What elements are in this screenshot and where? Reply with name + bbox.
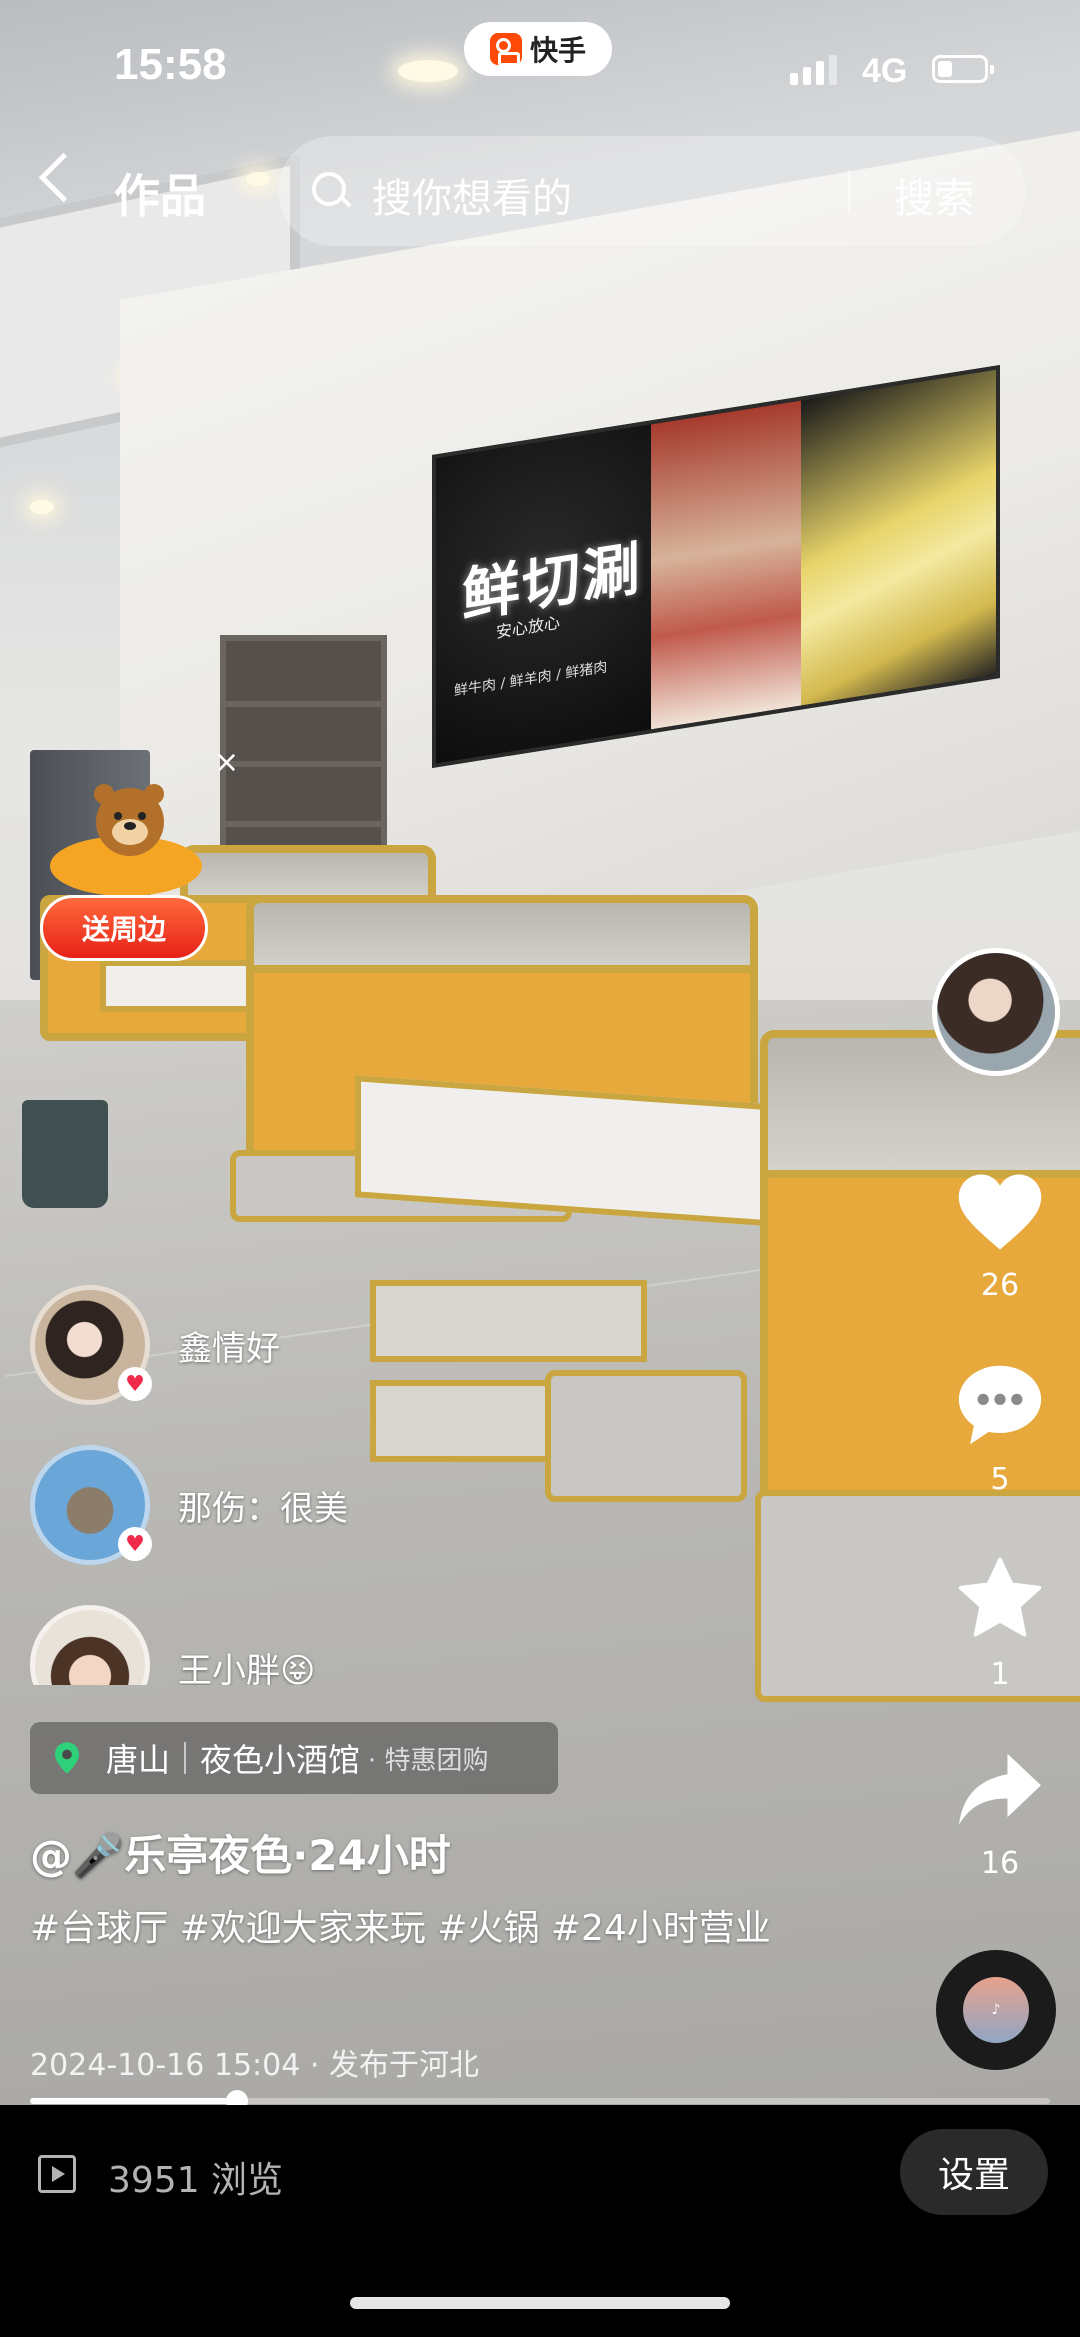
author-name[interactable]: @🎤乐亭夜色·24小时 (30, 1822, 451, 1883)
share-arrow-icon (959, 1753, 1041, 1825)
fan-comment-text: 王小胖😝 (178, 1651, 316, 1685)
trash-bin (22, 1100, 108, 1208)
page-title[interactable]: 作品 (114, 160, 206, 226)
bear-mascot-icon[interactable] (46, 780, 206, 898)
kuaishou-logo-icon (489, 33, 522, 66)
creator-avatar[interactable] (932, 948, 1060, 1076)
network-type: 4G (862, 52, 908, 90)
favorite-count: 1 (990, 1657, 1010, 1692)
search-divider (848, 170, 850, 214)
heart-badge-icon: ♥ (118, 1527, 152, 1561)
deal-tag: · 特惠团购 (368, 1745, 489, 1776)
table-shelf (370, 1280, 647, 1362)
search-input[interactable]: 搜你想看的 (372, 166, 572, 224)
signal-icon (790, 55, 837, 85)
fan-comment[interactable]: 王小胖😝 (30, 1605, 315, 1685)
fan-comment-text: 那伤：很美 (178, 1488, 348, 1529)
progress-fill (30, 2098, 238, 2104)
status-time: 15:58 (114, 40, 227, 89)
like-count: 26 (980, 1268, 1020, 1303)
location-divider (184, 1742, 187, 1774)
ceiling-light (246, 172, 270, 186)
home-indicator[interactable] (350, 2297, 730, 2309)
bottom-bar: 3951 浏览 设置 (0, 2105, 1080, 2337)
music-disc[interactable]: ♪ (936, 1950, 1056, 2070)
search-icon (312, 172, 346, 206)
settings-button[interactable]: 设置 (900, 2129, 1048, 2215)
heart-icon (958, 1174, 1042, 1250)
avatar[interactable] (30, 1605, 150, 1685)
video-screen[interactable]: 鲜切涮 安心放心 鲜牛肉 / 鲜羊肉 / 鲜猪肉 15:58 快手 4G 作品 (0, 0, 1080, 2337)
ceiling-light (398, 60, 458, 82)
table (100, 960, 252, 1012)
search-button[interactable]: 搜索 (894, 166, 974, 224)
hashtags[interactable]: #台球厅 #欢迎大家来玩 #火锅 #24小时营业 (30, 1902, 830, 1956)
location-city: 唐山 (106, 1741, 171, 1779)
display-shelf (220, 635, 387, 862)
fan-comment[interactable]: ♥ 那伤：很美 (30, 1445, 348, 1565)
location-tag[interactable]: 唐山 夜色小酒馆 · 特惠团购 (30, 1722, 558, 1794)
share-button[interactable]: 16 (950, 1750, 1050, 1881)
shop-name[interactable]: 夜色小酒馆 (200, 1735, 360, 1781)
location-pin-icon (54, 1742, 80, 1774)
star-icon (958, 1557, 1042, 1637)
view-count: 3951 浏览 (108, 2160, 284, 2201)
fan-comment[interactable]: ♥ 鑫情好 (30, 1285, 280, 1405)
comment-count: 5 (990, 1462, 1010, 1497)
promo-close-icon[interactable]: × (214, 745, 239, 780)
comment-icon (958, 1365, 1042, 1445)
heart-badge-icon: ♥ (118, 1367, 152, 1401)
booth-seat (545, 1370, 747, 1502)
sign-hotpot-photo (801, 368, 1000, 706)
app-badge: 快手 (464, 22, 612, 76)
share-count: 16 (980, 1846, 1020, 1881)
app-name: 快手 (529, 34, 586, 67)
search-bar[interactable]: 搜你想看的 搜索 (278, 136, 1026, 246)
promo-button[interactable]: 送周边 (40, 895, 208, 961)
fan-comment-text: 鑫情好 (178, 1328, 280, 1369)
battery-icon (932, 55, 994, 83)
sign-meat-photo (651, 400, 801, 730)
post-meta: 2024-10-16 15:04 · 发布于河北 (30, 2048, 479, 2083)
like-button[interactable]: 26 (950, 1170, 1050, 1303)
comment-button[interactable]: 5 (950, 1362, 1050, 1497)
music-cover-icon: ♪ (963, 1977, 1029, 2043)
favorite-button[interactable]: 1 (950, 1555, 1050, 1692)
video-progress-bar[interactable] (30, 2090, 1050, 2112)
ceiling-light (30, 500, 54, 514)
play-views-icon (38, 2155, 76, 2193)
